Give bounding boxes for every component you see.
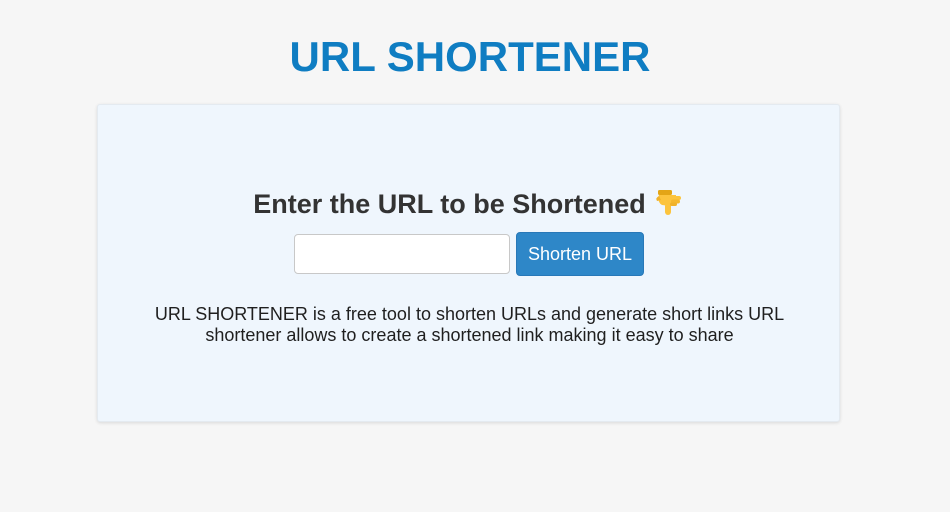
description-text: URL SHORTENER is a free tool to shorten … <box>154 304 785 345</box>
shorten-url-button[interactable]: Shorten URL <box>516 232 644 276</box>
prompt-heading: Enter the URL to be Shortened <box>98 187 839 220</box>
prompt-text: Enter the URL to be Shortened <box>253 189 646 219</box>
shortener-card: Enter the URL to be Shortened Shorten UR… <box>97 104 840 422</box>
pointing-down-hand-icon <box>654 187 684 217</box>
page-title: URL SHORTENER <box>289 33 651 80</box>
url-input[interactable] <box>294 234 510 274</box>
